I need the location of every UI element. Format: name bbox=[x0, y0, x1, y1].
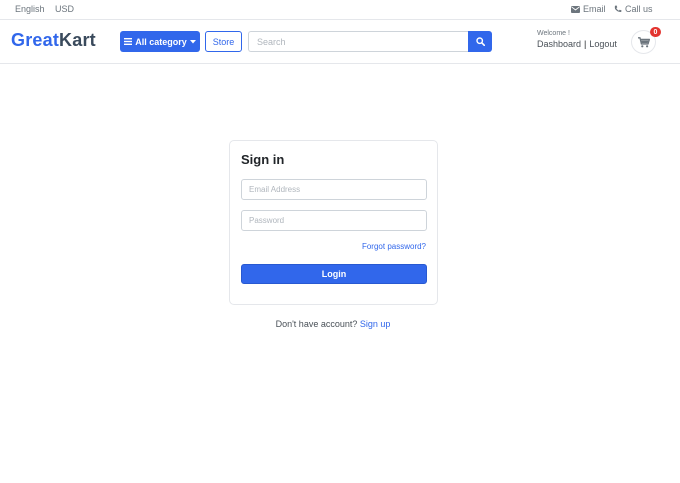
phone-icon bbox=[614, 5, 622, 13]
caret-down-icon bbox=[189, 39, 196, 43]
signup-prompt-text: Don't have account? bbox=[275, 319, 358, 329]
call-us-link[interactable]: Call us bbox=[614, 4, 653, 14]
bars-icon bbox=[124, 38, 133, 45]
all-category-label: All category bbox=[135, 36, 187, 47]
language-selector[interactable]: English bbox=[15, 4, 45, 14]
logo-part-great: Great bbox=[11, 30, 60, 50]
login-button[interactable]: Login bbox=[241, 264, 427, 284]
signin-title: Sign in bbox=[241, 152, 285, 167]
signup-link[interactable]: Sign up bbox=[360, 319, 391, 329]
forgot-password-link[interactable]: Forgot password? bbox=[362, 242, 426, 251]
envelope-icon bbox=[571, 5, 580, 13]
logout-link[interactable]: Logout bbox=[589, 39, 617, 49]
main-header: GreatKart All category Store Welcome ! D… bbox=[0, 20, 680, 64]
call-us-label: Call us bbox=[625, 4, 653, 14]
email-field[interactable] bbox=[241, 179, 427, 200]
top-bar: English USD Email Call us bbox=[0, 0, 680, 20]
email-link[interactable]: Email bbox=[571, 4, 606, 14]
cart-icon bbox=[637, 36, 650, 47]
signup-prompt: Don't have account? Sign up bbox=[0, 319, 666, 329]
all-category-button[interactable]: All category bbox=[120, 31, 200, 52]
welcome-text: Welcome ! bbox=[537, 30, 570, 37]
account-links: Dashboard | Logout bbox=[537, 39, 617, 49]
search-button[interactable] bbox=[468, 31, 492, 52]
dashboard-link[interactable]: Dashboard bbox=[537, 39, 581, 49]
email-label: Email bbox=[583, 4, 606, 14]
search-input[interactable] bbox=[248, 31, 469, 52]
cart-count-badge: 0 bbox=[650, 27, 661, 37]
currency-selector[interactable]: USD bbox=[55, 4, 74, 14]
signin-card: Sign in Forgot password? Login bbox=[229, 140, 438, 305]
logo[interactable]: GreatKart bbox=[11, 30, 96, 51]
logo-part-kart: Kart bbox=[59, 30, 96, 50]
search-icon bbox=[475, 37, 485, 46]
store-button[interactable]: Store bbox=[205, 31, 242, 52]
password-field[interactable] bbox=[241, 210, 427, 231]
account-separator: | bbox=[584, 39, 587, 49]
